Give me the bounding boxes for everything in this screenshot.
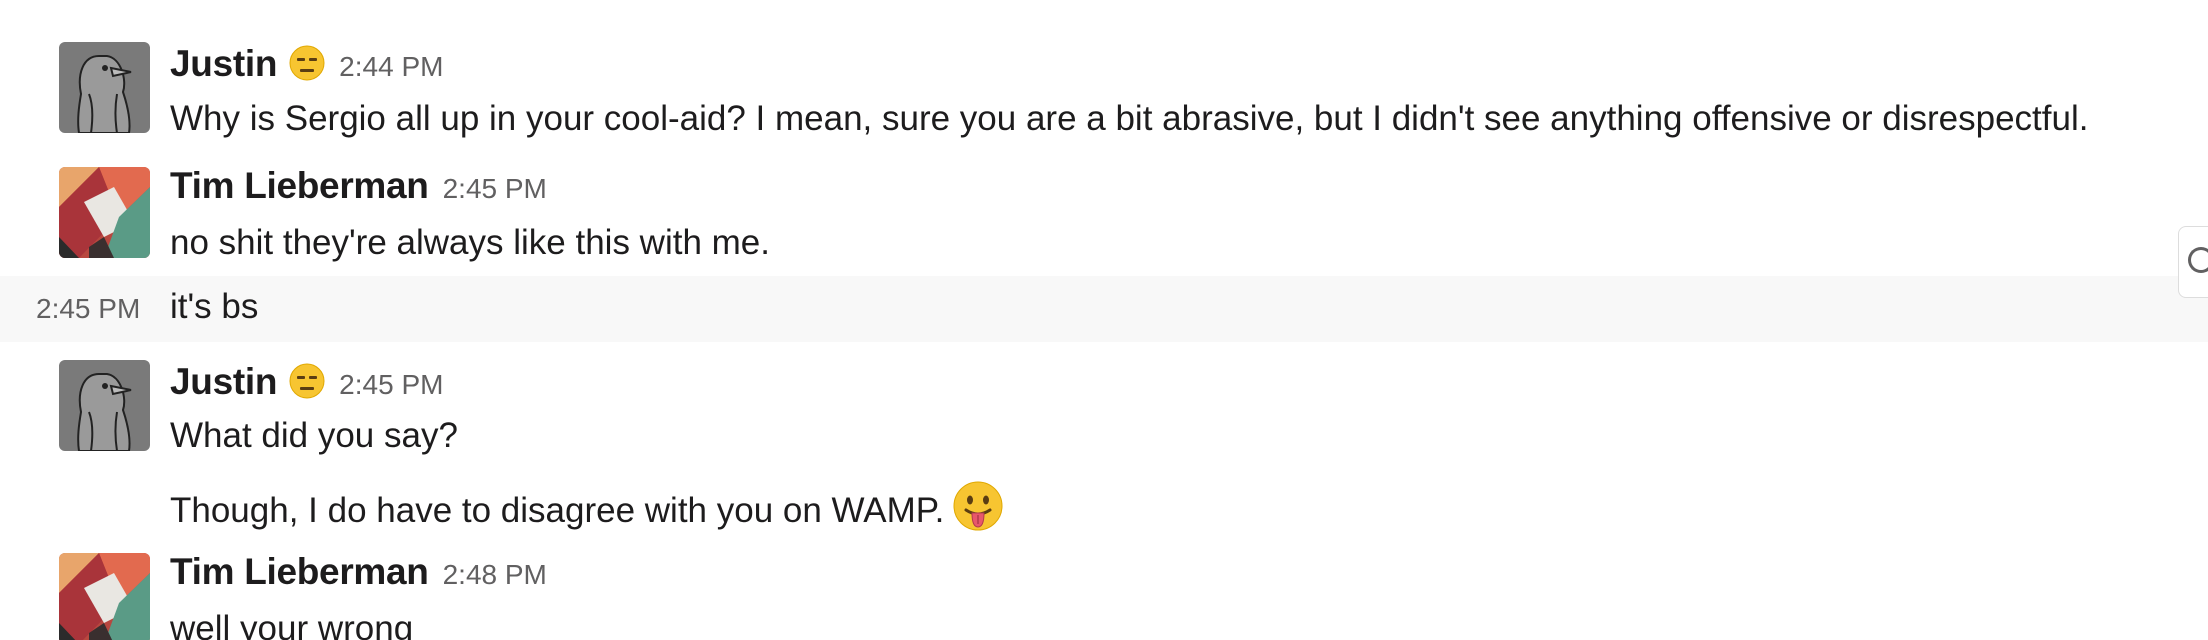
message-group: Justin 2:45 PM What did you say? Though,…: [0, 343, 2208, 548]
tongue-out-face-icon: [953, 481, 1003, 531]
avatar[interactable]: [59, 42, 150, 133]
expressionless-face-icon: [289, 45, 325, 81]
author-name[interactable]: Tim Lieberman: [170, 551, 429, 593]
message-timestamp[interactable]: 2:45 PM: [339, 369, 443, 401]
message-timestamp[interactable]: 2:44 PM: [339, 51, 443, 83]
message-text: Though, I do have to disagree with you o…: [170, 480, 1004, 534]
message-group: Tim Lieberman 2:48 PM well your wrong: [0, 549, 2208, 640]
message-timestamp[interactable]: 2:45 PM: [443, 173, 547, 205]
message-text: no shit they're always like this with me…: [170, 223, 770, 262]
message-timestamp[interactable]: 2:48 PM: [443, 559, 547, 591]
author-name[interactable]: Justin: [170, 361, 277, 403]
message-group: Tim Lieberman 2:45 PM no shit they're al…: [0, 150, 2208, 275]
message-text: Why is Sergio all up in your cool-aid? I…: [170, 99, 2089, 138]
author-name[interactable]: Tim Lieberman: [170, 165, 429, 207]
slack-pattern-avatar-icon: [59, 553, 150, 640]
avatar[interactable]: [59, 167, 150, 258]
message-timestamp[interactable]: 2:45 PM: [36, 293, 140, 325]
message-list: Justin 2:44 PM Why is Sergio all up in y…: [0, 0, 2208, 640]
message-group: Justin 2:44 PM Why is Sergio all up in y…: [0, 0, 2208, 150]
followup-text: Though, I do have to disagree with you o…: [170, 491, 945, 530]
penguin-avatar-icon: [59, 360, 150, 451]
penguin-avatar-icon: [59, 42, 150, 133]
author-name[interactable]: Justin: [170, 43, 277, 85]
avatar[interactable]: [59, 553, 150, 640]
slack-pattern-avatar-icon: [59, 167, 150, 258]
message-text: What did you say?: [170, 416, 458, 455]
message-text: well your wrong: [170, 609, 414, 640]
reaction-icon: [2188, 247, 2208, 273]
expressionless-face-icon: [289, 363, 325, 399]
message-row[interactable]: 2:45 PM it's bs: [0, 276, 2208, 342]
message-actions-tab[interactable]: [2178, 226, 2208, 298]
avatar[interactable]: [59, 360, 150, 451]
message-text: it's bs: [170, 287, 259, 326]
